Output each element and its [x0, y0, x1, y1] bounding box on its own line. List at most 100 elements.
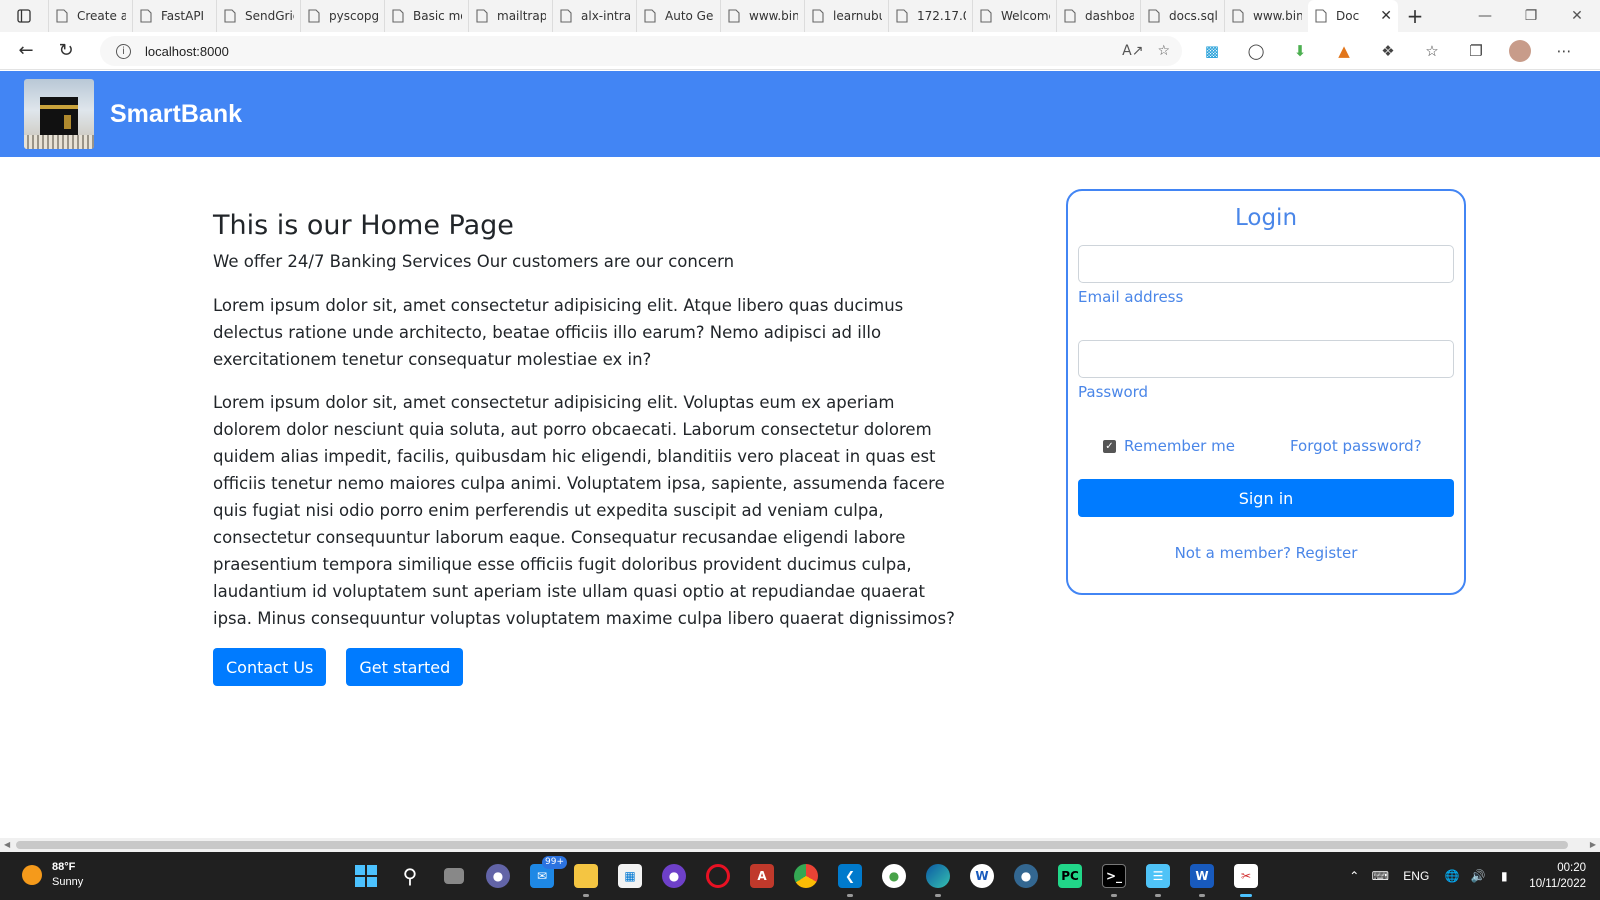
browser-tab[interactable]: dashboa [1056, 0, 1140, 32]
tab-active[interactable]: Doc ✕ [1308, 0, 1398, 32]
edge-app[interactable] [916, 852, 960, 900]
brand-name[interactable]: SmartBank [110, 100, 242, 129]
access-icon: A [750, 864, 774, 888]
mail-app[interactable]: ✉ 99+ [520, 852, 567, 900]
url-bar[interactable]: i localhost:8000 A↗ ☆ [100, 36, 1182, 66]
tab-label: pyscopg [329, 9, 378, 23]
browser-tab[interactable]: Basic mo [384, 0, 468, 32]
store-app[interactable]: ▦ [608, 852, 652, 900]
clock[interactable]: 00:20 10/11/2022 [1529, 860, 1586, 892]
network-icon[interactable]: 🌐 [1439, 869, 1465, 883]
system-tray: ⌃ ⌨ ENG 🌐 🔊 ▮ 00:20 10/11/2022 [1341, 852, 1600, 900]
browser-tab[interactable]: alx-intra [552, 0, 636, 32]
restore-button[interactable]: ❐ [1508, 0, 1554, 32]
horizontal-scrollbar[interactable]: ◀ ▶ [0, 838, 1600, 852]
edge-icon [926, 864, 950, 888]
browser-tab[interactable]: FastAPI [132, 0, 216, 32]
browser-tab[interactable]: 172.17.0 [888, 0, 972, 32]
chevron-up-icon[interactable]: ⌃ [1341, 869, 1367, 883]
file-explorer-app[interactable] [564, 852, 608, 900]
close-window-button[interactable]: ✕ [1554, 0, 1600, 32]
tab-label: Doc [1336, 9, 1360, 23]
mailtrap-icon [475, 9, 489, 23]
browser-tab[interactable]: learnubu [804, 0, 888, 32]
github-app[interactable]: ● [652, 852, 696, 900]
favorites-icon[interactable]: ☆ [1410, 32, 1454, 70]
weather-widget[interactable]: 88°F Sunny [22, 860, 83, 890]
favorite-add-icon[interactable]: ☆ [1157, 43, 1170, 59]
scroll-left-icon[interactable]: ◀ [4, 838, 10, 852]
terminal-icon: >_ [1102, 864, 1126, 888]
tab-label: SendGrid [245, 9, 294, 23]
opera-app[interactable] [696, 852, 740, 900]
metamask-extension-icon[interactable]: ▲ [1322, 32, 1366, 70]
snipping-icon: ✂ [1234, 864, 1258, 888]
browser-tab[interactable]: docs.sql [1140, 0, 1224, 32]
pycharm-app[interactable]: PC [1048, 852, 1092, 900]
browser-tab[interactable]: www.bin [1224, 0, 1308, 32]
chrome-app[interactable] [784, 852, 828, 900]
password-label: Password [1078, 383, 1149, 401]
url-text[interactable]: localhost:8000 [145, 44, 229, 59]
language-indicator[interactable]: ENG [1403, 869, 1429, 883]
access-app[interactable]: A [740, 852, 784, 900]
battery-icon[interactable]: ▮ [1491, 869, 1517, 883]
search-taskbar-button[interactable]: ⚲ [388, 852, 432, 900]
start-button[interactable] [344, 852, 388, 900]
read-aloud-icon[interactable]: A↗ [1122, 43, 1143, 59]
tab-label: alx-intra [581, 9, 630, 23]
tab-label: dashboa [1085, 9, 1134, 23]
remember-me-label[interactable]: Remember me [1124, 437, 1235, 455]
teams-chat-button[interactable]: ● [476, 852, 520, 900]
scroll-right-icon[interactable]: ▶ [1590, 838, 1596, 852]
download-extension-icon[interactable]: ⬇ [1278, 32, 1322, 70]
keyboard-icon[interactable]: ⌨ [1367, 869, 1393, 883]
word-app[interactable]: W [1180, 852, 1224, 900]
contact-us-button[interactable]: Contact Us [213, 648, 327, 687]
profile-avatar[interactable] [1498, 32, 1542, 70]
notepad-app[interactable]: ☰ [1136, 852, 1180, 900]
refresh-button[interactable]: ↻ [46, 32, 86, 70]
page-title: This is our Home Page [213, 210, 514, 241]
register-link[interactable]: Not a member? Register [1078, 544, 1454, 562]
word-online-app[interactable]: W [960, 852, 1004, 900]
mongodb-app[interactable]: ● [872, 852, 916, 900]
browser-tab[interactable]: SendGrid [216, 0, 300, 32]
new-tab-button[interactable]: + [1398, 0, 1432, 32]
browser-tab[interactable]: Create a [48, 0, 132, 32]
task-view-button[interactable] [432, 852, 476, 900]
snipping-tool-app[interactable]: ✂ [1224, 852, 1268, 900]
scrollbar-thumb[interactable] [16, 841, 1568, 849]
tab-actions-icon[interactable] [0, 0, 48, 32]
close-tab-icon[interactable]: ✕ [1380, 8, 1392, 24]
tab-label: www.bin [1253, 9, 1302, 23]
browser-tab[interactable]: mailtrap [468, 0, 552, 32]
store-icon: ▦ [618, 864, 642, 888]
browser-tab[interactable]: www.bin [720, 0, 804, 32]
browser-tab[interactable]: Welcome [972, 0, 1056, 32]
tab-label: mailtrap [497, 9, 546, 23]
grammar-extension-icon[interactable]: ◯ [1234, 32, 1278, 70]
translate-extension-icon[interactable]: ▩ [1190, 32, 1234, 70]
volume-icon[interactable]: 🔊 [1465, 869, 1491, 883]
sign-in-button[interactable]: Sign in [1078, 479, 1454, 517]
browser-tab[interactable]: Auto Ge [636, 0, 720, 32]
site-logo[interactable] [24, 79, 94, 149]
terminal-app[interactable]: >_ [1092, 852, 1136, 900]
extensions-icon[interactable]: ❖ [1366, 32, 1410, 70]
collections-icon[interactable]: ❐ [1454, 32, 1498, 70]
browser-tab[interactable]: pyscopg [300, 0, 384, 32]
email-input[interactable] [1078, 245, 1454, 283]
chat-icon: ● [486, 864, 510, 888]
info-icon[interactable]: i [116, 43, 131, 59]
more-menu-icon[interactable]: ⋯ [1542, 32, 1586, 70]
password-input[interactable] [1078, 340, 1454, 378]
back-button[interactable]: ← [6, 32, 46, 70]
minimize-button[interactable]: — [1462, 0, 1508, 32]
forgot-password-link[interactable]: Forgot password? [1290, 437, 1422, 455]
postgres-app[interactable]: ● [1004, 852, 1048, 900]
vscode-app[interactable]: ❮ [828, 852, 872, 900]
remember-me-checkbox[interactable]: ✓ [1103, 439, 1116, 453]
get-started-button[interactable]: Get started [346, 648, 464, 687]
ubuntu-icon [811, 9, 825, 23]
